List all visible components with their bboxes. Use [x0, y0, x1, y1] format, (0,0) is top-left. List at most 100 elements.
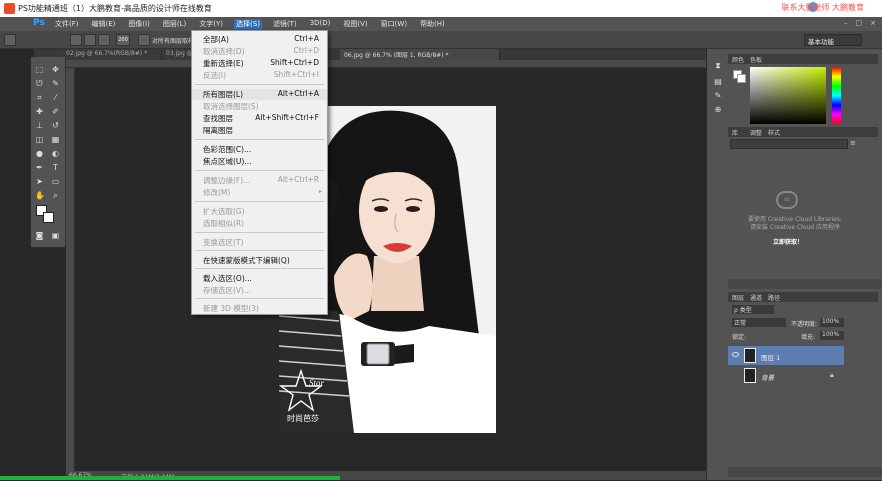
tab-layers[interactable]: 图层: [732, 293, 744, 302]
maximize-button[interactable]: □: [856, 19, 863, 27]
dodge-tool-icon[interactable]: ◐: [51, 149, 60, 158]
tab-adjustments[interactable]: 调整: [750, 128, 762, 137]
vertical-ruler[interactable]: [66, 68, 75, 472]
horizontal-ruler[interactable]: [66, 60, 706, 68]
move-tool-icon[interactable]: ✥: [51, 65, 60, 74]
select-menu-item-14[interactable]: 变换选区(T): [192, 237, 327, 248]
select-menu-item-18[interactable]: 新建 3D 模型(3): [192, 303, 327, 314]
tab-libraries[interactable]: 库: [732, 128, 738, 137]
menu-3[interactable]: 图层(L): [161, 19, 188, 29]
select-menu-item-16[interactable]: 载入选区(O)...: [192, 273, 327, 284]
close-button[interactable]: ×: [870, 19, 876, 27]
brush-tool-icon[interactable]: ✐: [51, 107, 60, 116]
select-menu-item-6[interactable]: 查找图层 Alt+Shift+Ctrl+F: [192, 113, 327, 124]
gradient-tool-icon[interactable]: ▦: [51, 135, 60, 144]
tab-color[interactable]: 颜色: [732, 55, 744, 64]
tab-channels[interactable]: 通道: [750, 293, 762, 302]
quick-selection-tool-icon[interactable]: ✎: [51, 79, 60, 88]
history-panel-icon[interactable]: ⧗: [713, 61, 723, 71]
color-panel-background-swatch[interactable]: [737, 74, 746, 83]
menu-7[interactable]: 3D(D): [308, 19, 333, 29]
pen-tool-icon[interactable]: ✒: [35, 163, 44, 172]
select-menu-item-1[interactable]: 取消选择(D) Ctrl+D: [192, 46, 327, 57]
brush-mode-subtract-button[interactable]: [98, 34, 110, 46]
select-menu-item-4[interactable]: 所有图层(L) Alt+Ctrl+A: [192, 89, 327, 100]
tab-06-jpg[interactable]: 06.jpg @ 66.7% (图层 1, RGB/8#) *: [340, 49, 500, 60]
quick-mask-icon[interactable]: ◙: [35, 231, 44, 240]
get-cc-link[interactable]: 立即获取！: [773, 237, 803, 246]
zoom-tool-icon[interactable]: ⌕: [51, 191, 60, 200]
type-tool-icon[interactable]: T: [51, 163, 60, 172]
marquee-tool-icon[interactable]: ⬚: [35, 65, 44, 74]
select-menu-item-3[interactable]: 反选(I) Shift+Ctrl+I: [192, 70, 327, 81]
properties-panel-icon[interactable]: ▤: [713, 77, 723, 87]
rectangle-tool-icon[interactable]: ▭: [51, 177, 60, 186]
menu-6[interactable]: 滤镜(T): [271, 19, 299, 29]
brush-mode-add-button[interactable]: [84, 34, 96, 46]
select-menu-item-12[interactable]: 扩大选取(G): [192, 206, 327, 217]
layer-filter-dropdown[interactable]: ρ 类型: [732, 305, 774, 314]
blur-tool-icon[interactable]: ●: [35, 149, 44, 158]
menu-5[interactable]: 选择(S): [234, 19, 262, 29]
select-menu-item-15[interactable]: 在快速蒙版模式下编辑(Q): [192, 255, 327, 266]
clone-source-icon[interactable]: ⊕: [713, 105, 723, 115]
menu-8[interactable]: 视图(V): [341, 19, 369, 29]
menu-item-label: 选取相似(R): [203, 219, 245, 228]
blend-mode-select[interactable]: 正常: [732, 318, 786, 327]
layer-visibility-eye-icon[interactable]: [732, 352, 739, 357]
select-menu-item-13[interactable]: 选取相似(R): [192, 218, 327, 229]
sample-all-layers-checkbox[interactable]: [138, 34, 150, 46]
hand-tool-icon[interactable]: ✋: [35, 191, 45, 200]
select-menu-item-11[interactable]: 修改(M) ▸: [192, 187, 327, 198]
select-menu-item-0[interactable]: 全部(A) Ctrl+A: [192, 34, 327, 45]
select-menu-item-7[interactable]: 隔离图层: [192, 125, 327, 136]
background-color-swatch[interactable]: [43, 212, 54, 223]
video-progress-bar[interactable]: [0, 476, 340, 480]
select-menu-item-2[interactable]: 重新选择(E) Shift+Ctrl+D: [192, 58, 327, 69]
tool-preset-button[interactable]: [4, 34, 16, 46]
screen-mode-icon[interactable]: ▣: [51, 231, 60, 240]
tab-styles[interactable]: 样式: [768, 128, 780, 137]
menu-item-label: 存储选区(V)...: [203, 286, 252, 295]
workspace-switcher[interactable]: 基本功能: [804, 34, 862, 46]
crop-tool-icon[interactable]: ⌗: [35, 93, 44, 102]
menu-2[interactable]: 图像(I): [126, 19, 152, 29]
select-menu-item-17[interactable]: 存储选区(V)...: [192, 285, 327, 296]
brush-panel-icon[interactable]: ✎: [713, 91, 723, 101]
hue-slider[interactable]: [832, 67, 841, 124]
select-menu-item-10[interactable]: 调整边缘(F)... Alt+Ctrl+R: [192, 175, 327, 186]
menu-9[interactable]: 窗口(W): [379, 19, 409, 29]
layer-row-background[interactable]: 背景 🔒︎: [728, 366, 844, 385]
clone-stamp-tool-icon[interactable]: ⊥: [35, 121, 44, 130]
brush-mode-new-button[interactable]: [70, 34, 82, 46]
healing-brush-tool-icon[interactable]: ✚: [35, 107, 44, 116]
select-menu-item-9[interactable]: 焦点区域(U)...: [192, 156, 327, 167]
tools-panel: ⬚ ✥ ᘎ ✎ ⌗ ⁄ ✚ ✐ ⊥ ↺ ◫ ▦ ● ◐ ✒ T ➤ ▭ ✋ ⌕ …: [31, 57, 66, 247]
eraser-tool-icon[interactable]: ◫: [35, 135, 44, 144]
menu-10[interactable]: 帮助(H): [418, 19, 447, 29]
library-menu-icon[interactable]: ≡: [850, 139, 860, 149]
menu-separator: [195, 268, 324, 269]
tab-swatches[interactable]: 色板: [750, 55, 762, 64]
tab-02-jpg[interactable]: 02.jpg @ 66.7%(RGB/8#) *: [62, 49, 162, 60]
tab-paths[interactable]: 路径: [768, 293, 780, 302]
brush-size-picker[interactable]: 200: [116, 34, 130, 46]
select-menu-item-5[interactable]: 取消选择图层(S): [192, 101, 327, 112]
opacity-input[interactable]: 100%: [820, 318, 844, 327]
layer-row-layer-1[interactable]: 图层 1: [728, 346, 844, 365]
menu-1[interactable]: 编辑(E): [90, 19, 118, 29]
minimize-button[interactable]: –: [844, 19, 848, 27]
menu-0[interactable]: 文件(F): [53, 19, 81, 29]
color-picker-field[interactable]: [750, 67, 826, 124]
lasso-tool-icon[interactable]: ᘎ: [35, 79, 44, 88]
eyedropper-tool-icon[interactable]: ⁄: [51, 93, 60, 102]
history-brush-tool-icon[interactable]: ↺: [51, 121, 60, 130]
title-right-text[interactable]: 联系大鹏老师 大鹏教育: [781, 2, 864, 13]
path-selection-tool-icon[interactable]: ➤: [35, 177, 44, 186]
library-dropdown[interactable]: [730, 139, 848, 149]
menu-item-label: 变换选区(T): [203, 238, 244, 247]
menu-separator: [195, 84, 324, 85]
menu-4[interactable]: 文字(Y): [197, 19, 225, 29]
fill-input[interactable]: 100%: [820, 331, 844, 340]
select-menu-item-8[interactable]: 色彩范围(C)...: [192, 144, 327, 155]
